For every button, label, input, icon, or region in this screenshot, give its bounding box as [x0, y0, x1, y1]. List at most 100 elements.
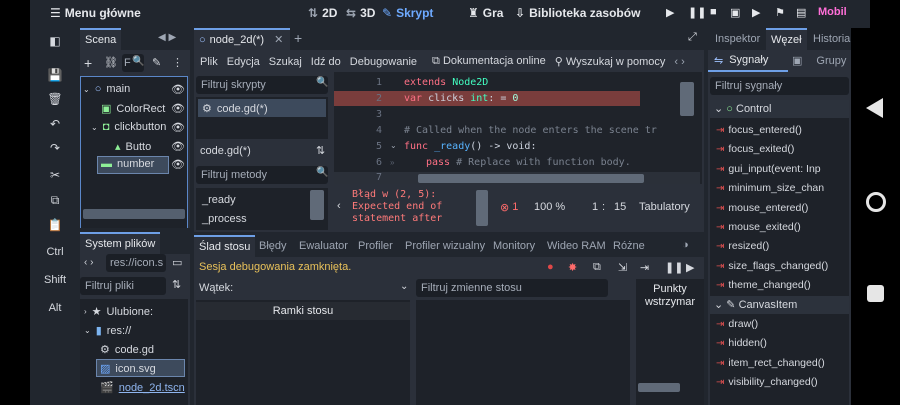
- tab-asset-library[interactable]: ⇩ Biblioteka zasobów: [515, 6, 640, 20]
- signal-item[interactable]: ⇥ theme_changed(): [716, 279, 852, 291]
- toggle-scripts-icon[interactable]: ‹: [337, 200, 341, 212]
- menu-goto[interactable]: Idź do: [311, 56, 341, 68]
- menu-debug[interactable]: Debugowanie: [350, 56, 417, 68]
- error-counter[interactable]: ⊗ 1: [500, 201, 518, 214]
- tab-inspector[interactable]: Inspektor: [710, 28, 765, 50]
- tab-errors[interactable]: Błędy: [254, 235, 292, 257]
- main-menu-button[interactable]: ☰ Menu główne: [50, 6, 141, 20]
- tab-scene[interactable]: Scena: [80, 28, 122, 50]
- signal-item[interactable]: ⇥ focus_entered(): [716, 124, 852, 136]
- dock-nav-icon[interactable]: ◀ ▶: [158, 32, 176, 43]
- menu-search[interactable]: Szukaj: [269, 56, 302, 68]
- menu-file[interactable]: Plik: [200, 56, 218, 68]
- renderer-button[interactable]: Mobil: [818, 6, 847, 18]
- history-nav-icon[interactable]: ‹ ›: [84, 257, 93, 268]
- tab-stack-trace[interactable]: Ślad stosu: [194, 235, 256, 257]
- play-scene-button[interactable]: ▶: [752, 6, 760, 19]
- script-nav-icon[interactable]: ‹ ›: [674, 56, 684, 68]
- redo-button[interactable]: ↷: [30, 141, 80, 155]
- tree-node-clickbutton[interactable]: ⌄ ◘ clickbutton: [91, 121, 166, 133]
- undo-button[interactable]: ↶: [30, 117, 80, 131]
- tab-2d[interactable]: ⇅ 2D: [308, 6, 337, 20]
- signal-item[interactable]: ⇥ gui_input(event: Inp: [716, 163, 852, 175]
- tab-node[interactable]: Węzeł: [766, 28, 807, 50]
- step-into-icon[interactable]: ⇲: [618, 261, 627, 274]
- method-item-ready[interactable]: _ready: [202, 194, 236, 206]
- file-filter-input[interactable]: Filtruj pliki: [80, 277, 166, 295]
- tab-profiler[interactable]: Profiler: [353, 235, 398, 257]
- tab-visual-profiler[interactable]: Profiler wizualny: [400, 235, 490, 257]
- signal-filter-input[interactable]: Filtruj sygnały: [710, 77, 849, 95]
- section-control[interactable]: ⌄ ○ Control: [710, 100, 849, 118]
- chevron-down-icon[interactable]: ⌄: [400, 281, 408, 292]
- shift-key[interactable]: Shift: [30, 274, 80, 286]
- tree-node-colorrect[interactable]: ▣ ColorRect: [101, 102, 165, 116]
- method-filter-input[interactable]: Filtruj metody: [196, 166, 328, 184]
- tab-game[interactable]: ♜ Gra: [468, 6, 503, 20]
- split-view-icon[interactable]: ▭: [172, 256, 182, 269]
- section-canvasitem[interactable]: ⌄ ✎ CanvasItem: [710, 296, 849, 314]
- method-item-process[interactable]: _process: [202, 213, 247, 225]
- signal-item[interactable]: ⇥ mouse_entered(): [716, 202, 852, 214]
- search-help-button[interactable]: ⚲ Wyszukaj w pomocy: [555, 55, 666, 68]
- close-icon[interactable]: ✕: [274, 30, 283, 50]
- tree-node-button[interactable]: ▴ Butto: [115, 140, 151, 154]
- signal-item[interactable]: ⇥ focus_exited(): [716, 143, 852, 155]
- signal-item[interactable]: ⇥ resized(): [716, 240, 852, 252]
- zoom-level[interactable]: 100 %: [534, 201, 565, 213]
- tab-3d[interactable]: ⇆ 3D: [346, 6, 375, 20]
- indent-mode[interactable]: Tabulatory: [639, 201, 690, 213]
- play-button[interactable]: ▶: [666, 6, 674, 19]
- tree-node-main[interactable]: ⌄ ○ main: [83, 83, 130, 95]
- fullscreen-icon[interactable]: ⤢: [688, 31, 697, 44]
- visibility-icon[interactable]: 👁: [171, 83, 185, 96]
- vertical-scrollbar[interactable]: [310, 190, 324, 220]
- signal-item[interactable]: ⇥ minimum_size_chan: [716, 182, 852, 194]
- signal-item[interactable]: ⇥ visibility_changed(): [716, 376, 852, 388]
- visibility-icon[interactable]: 👁: [171, 102, 185, 115]
- cut-button[interactable]: ✂: [30, 168, 80, 182]
- delete-button[interactable]: 🗑: [30, 92, 80, 106]
- script-filter-input[interactable]: Filtruj skrypty: [196, 76, 328, 94]
- visibility-icon[interactable]: 👁: [171, 121, 185, 134]
- link-icon[interactable]: ⛓: [104, 56, 118, 69]
- path-field[interactable]: res://icon.s: [106, 254, 166, 272]
- signal-item[interactable]: ⇥ draw(): [716, 318, 852, 330]
- signal-item[interactable]: ⇥ hidden(): [716, 337, 852, 349]
- ctrl-key[interactable]: Ctrl: [30, 246, 80, 258]
- signal-item[interactable]: ⇥ mouse_exited(): [716, 221, 852, 233]
- play-custom-button[interactable]: ⚑: [775, 6, 785, 19]
- step-over-icon[interactable]: ⇥: [640, 261, 649, 274]
- file-item-icon[interactable]: ▨ icon.svg: [100, 362, 156, 376]
- tab-history[interactable]: Historia: [808, 28, 855, 50]
- file-item-res[interactable]: ⌄ ▮ res://: [84, 324, 131, 338]
- tab-signals[interactable]: ⇋ Sygnały: [708, 50, 788, 72]
- toggle-dock-button[interactable]: ◧: [30, 34, 80, 48]
- record-icon[interactable]: ●: [547, 261, 554, 273]
- breakpoints-scrollbar[interactable]: [638, 383, 680, 392]
- continue-icon[interactable]: ▶: [686, 261, 694, 274]
- panel-options-icon[interactable]: ◑: [682, 239, 689, 251]
- code-horizontal-scrollbar[interactable]: [418, 174, 644, 183]
- tab-script[interactable]: ✎ Skrypt: [382, 6, 433, 20]
- save-button[interactable]: 💾: [30, 68, 80, 82]
- tab-misc[interactable]: Różne: [608, 235, 650, 257]
- horizontal-scrollbar[interactable]: [83, 209, 185, 219]
- movie-button[interactable]: ▤: [796, 6, 806, 19]
- file-item-code[interactable]: ⚙ code.gd: [100, 343, 154, 357]
- recents-nav-icon[interactable]: [867, 285, 884, 302]
- online-docs-button[interactable]: ⧉ Dokumentacja online: [432, 55, 546, 68]
- signal-item[interactable]: ⇥ size_flags_changed(): [716, 260, 852, 272]
- home-nav-icon[interactable]: [866, 192, 886, 212]
- add-tab-icon[interactable]: +: [294, 30, 302, 46]
- menu-edit[interactable]: Edycja: [227, 56, 260, 68]
- sort-icon[interactable]: ⇅: [316, 144, 325, 157]
- tab-monitors[interactable]: Monitory: [488, 235, 540, 257]
- remote-debug-button[interactable]: ▣: [730, 6, 740, 19]
- script-item-code[interactable]: ⚙ code.gd(*): [202, 102, 268, 116]
- sort-icon[interactable]: ⇅: [172, 278, 181, 291]
- fold-chevron-icon[interactable]: ⌄: [390, 141, 397, 150]
- scene-tab[interactable]: ○ node_2d(*) ✕: [194, 28, 290, 50]
- copy-button[interactable]: ⧉: [30, 193, 80, 208]
- visibility-icon[interactable]: 👁: [171, 158, 185, 171]
